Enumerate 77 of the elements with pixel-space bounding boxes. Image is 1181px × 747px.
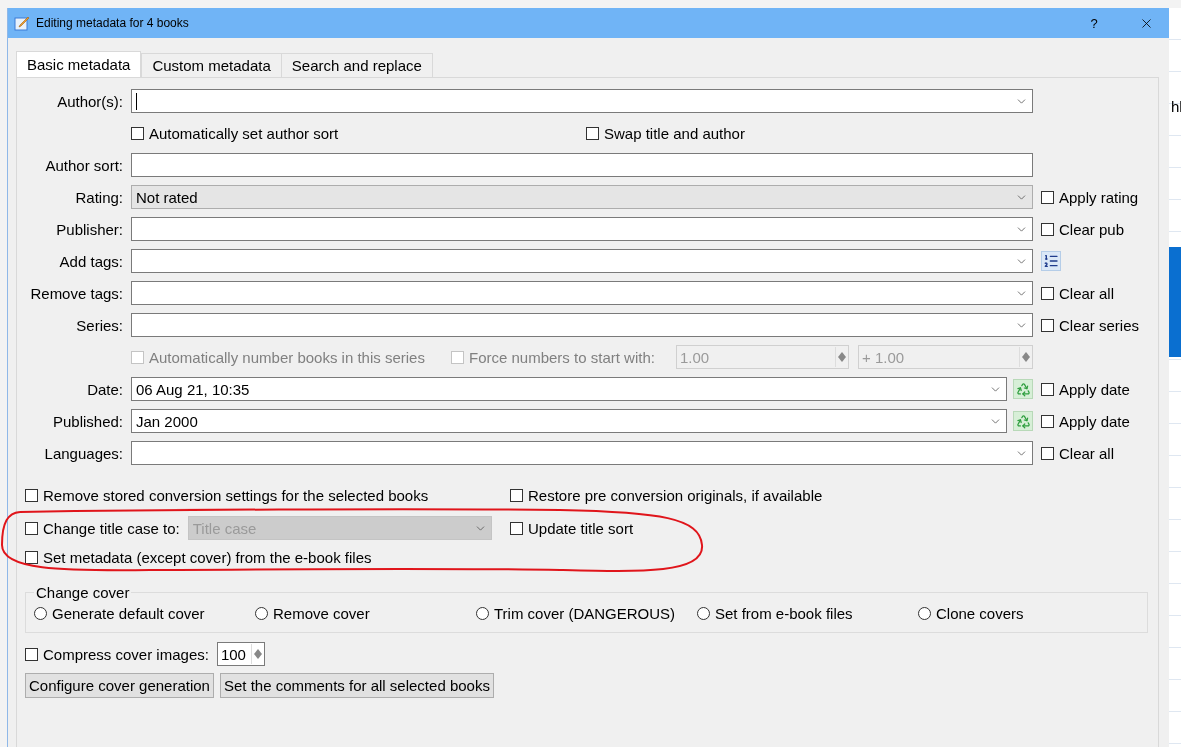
checkbox-box[interactable]: [25, 647, 38, 661]
combo-field[interactable]: Not rated: [131, 185, 1033, 209]
checkbox[interactable]: Automatically set author sort: [131, 124, 339, 142]
checkbox[interactable]: Remove stored conversion settings for the selected books: [25, 486, 429, 504]
window-title: Editing metadata for 4 books: [36, 16, 190, 30]
tab[interactable]: Custom metadata: [141, 53, 282, 77]
checkbox[interactable]: Compress cover images:: [25, 645, 209, 663]
spin-arrows-icon: [250, 644, 264, 664]
field-label: Series:: [75, 316, 123, 334]
field-label: Date:: [86, 380, 123, 398]
combo-field[interactable]: [131, 217, 1033, 241]
group-title: Change cover: [35, 584, 131, 601]
checkbox-box[interactable]: [25, 488, 38, 502]
checkbox[interactable]: Apply rating: [1041, 188, 1139, 206]
checkbox-box[interactable]: [586, 126, 599, 140]
radio-button[interactable]: [255, 607, 268, 620]
checkbox-box[interactable]: [1041, 382, 1054, 396]
checkbox-box[interactable]: [131, 126, 144, 140]
combo-field[interactable]: [131, 249, 1033, 273]
help-button[interactable]: ?: [1071, 8, 1117, 38]
checkbox-box[interactable]: [510, 521, 523, 535]
checkbox[interactable]: Clear pub: [1041, 220, 1125, 238]
checkbox-box[interactable]: [1041, 414, 1054, 428]
tag-list-icon[interactable]: [1041, 251, 1061, 271]
checkbox[interactable]: Change title case to:: [25, 519, 180, 537]
checkbox[interactable]: Clear series: [1041, 316, 1140, 334]
checkbox-box[interactable]: [1041, 286, 1054, 300]
checkbox[interactable]: Update title sort: [510, 519, 634, 537]
checkbox-box[interactable]: [1041, 190, 1054, 204]
field-label: Remove tags:: [29, 284, 123, 302]
tab[interactable]: Search and replace: [280, 53, 433, 77]
field-label: Author sort:: [44, 156, 123, 174]
radio-option[interactable]: Clone covers: [918, 605, 1139, 622]
combo-field[interactable]: [131, 313, 1033, 337]
checkbox[interactable]: Set metadata (except cover) from the e-book files: [25, 548, 372, 566]
checkbox[interactable]: Clear all: [1041, 444, 1115, 462]
combo-field[interactable]: [131, 281, 1033, 305]
radio-option[interactable]: Remove cover: [255, 605, 476, 622]
radio-button[interactable]: [34, 607, 47, 620]
action-button[interactable]: Configure cover generation: [25, 673, 214, 698]
field-label: Published:: [51, 412, 123, 430]
radio-option[interactable]: Trim cover (DANGEROUS): [476, 605, 697, 622]
radio-button[interactable]: [697, 607, 710, 620]
field-label: Add tags:: [58, 252, 123, 270]
action-button[interactable]: Set the comments for all selected books: [219, 673, 494, 698]
edit-document-icon: [14, 15, 30, 31]
checkbox[interactable]: Swap title and author: [586, 124, 745, 142]
checkbox[interactable]: Apply date: [1041, 380, 1130, 398]
checkbox-box[interactable]: [1041, 318, 1054, 332]
checkbox-box[interactable]: [1041, 222, 1054, 236]
radio-button[interactable]: [476, 607, 489, 620]
spin-arrows-icon: [835, 347, 848, 367]
field-label: Author(s):: [56, 92, 123, 110]
tab[interactable]: Basic metadata: [16, 51, 142, 77]
radio-option[interactable]: Generate default cover: [34, 605, 255, 622]
combo-field[interactable]: [131, 89, 1033, 113]
field-label: Languages:: [43, 444, 123, 462]
checkbox[interactable]: Clear all: [1041, 284, 1115, 302]
field-label: Rating:: [74, 188, 123, 206]
date-field[interactable]: 06 Aug 21, 10:35: [131, 377, 1007, 401]
checkbox[interactable]: Restore pre conversion originals, if available: [510, 486, 823, 504]
number-spinner[interactable]: 100: [216, 642, 265, 666]
checkbox[interactable]: Apply date: [1041, 412, 1130, 430]
recycle-icon[interactable]: [1013, 379, 1033, 399]
background-text: hl: [1171, 98, 1181, 115]
checkbox-box[interactable]: [25, 550, 38, 564]
text-field[interactable]: [131, 153, 1033, 177]
checkbox-box[interactable]: [1041, 446, 1054, 460]
spin-arrows-icon: [1019, 347, 1032, 367]
combo-field[interactable]: [131, 441, 1033, 465]
radio-option[interactable]: Set from e-book files: [697, 605, 918, 622]
recycle-icon[interactable]: [1013, 411, 1033, 431]
radio-button[interactable]: [918, 607, 931, 620]
date-field[interactable]: Jan 2000: [131, 409, 1007, 433]
checkbox-box[interactable]: [25, 521, 38, 535]
checkbox-box[interactable]: [510, 488, 523, 502]
field-label: Publisher:: [55, 220, 123, 238]
